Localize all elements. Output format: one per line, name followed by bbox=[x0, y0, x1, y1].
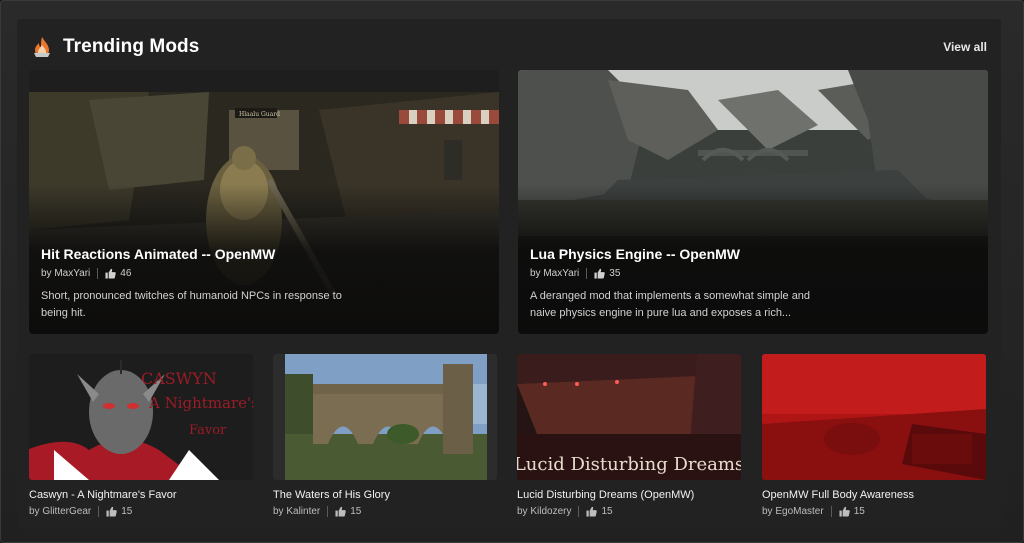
thumbnail-text: A Nightmare's bbox=[148, 394, 253, 412]
featured-meta: by MaxYari 35 bbox=[530, 268, 838, 279]
featured-description: Short, pronounced twitches of humanoid N… bbox=[41, 290, 342, 319]
mod-title[interactable]: The Waters of His Glory bbox=[273, 489, 497, 501]
author-name[interactable]: by Kalinter bbox=[273, 506, 320, 517]
mod-title[interactable]: OpenMW Full Body Awareness bbox=[762, 489, 986, 501]
mod-card-2[interactable]: The Waters of His Glory by Kalinter 15 bbox=[273, 354, 497, 517]
author-name[interactable]: by GlitterGear bbox=[29, 506, 91, 517]
like-count-group: 46 bbox=[105, 268, 131, 279]
like-count: 15 bbox=[853, 506, 865, 517]
thumbs-up-icon bbox=[586, 506, 598, 517]
mod-thumbnail-2[interactable] bbox=[273, 354, 497, 480]
thumbs-up-icon bbox=[105, 268, 117, 279]
section-title: Trending Mods bbox=[63, 36, 200, 57]
featured-title[interactable]: Hit Reactions Animated -- OpenMW bbox=[41, 246, 349, 262]
like-count: 15 bbox=[601, 506, 613, 517]
featured-mod-card-1[interactable]: Hlaalu Guard Hit Reactions Animated -- O… bbox=[29, 70, 499, 334]
thumbs-up-icon bbox=[106, 506, 118, 517]
meta-divider bbox=[586, 268, 588, 279]
featured-info: Hit Reactions Animated -- OpenMW by MaxY… bbox=[41, 246, 349, 322]
page-frame: Trending Mods View all Hlaalu Guard Hit … bbox=[0, 0, 1024, 543]
author-name[interactable]: by MaxYari bbox=[41, 268, 90, 279]
meta-divider bbox=[830, 506, 832, 517]
like-count-group: 15 bbox=[586, 506, 613, 517]
meta-divider bbox=[97, 268, 99, 279]
section-header: Trending Mods View all bbox=[31, 33, 987, 61]
mod-thumbnail-1[interactable]: CASWYN A Nightmare's Favor bbox=[29, 354, 253, 480]
mod-meta: by GlitterGear 15 bbox=[29, 506, 253, 517]
like-count: 15 bbox=[350, 506, 362, 517]
view-all-link[interactable]: View all bbox=[943, 40, 987, 54]
mod-thumbnail-3[interactable]: Lucid Disturbing Dreams bbox=[517, 354, 741, 480]
like-count: 46 bbox=[120, 268, 132, 279]
author-name[interactable]: by EgoMaster bbox=[762, 506, 824, 517]
mod-thumbnail-4[interactable] bbox=[762, 354, 986, 480]
author-name[interactable]: by Kildozery bbox=[517, 506, 571, 517]
title-group: Trending Mods bbox=[31, 36, 199, 58]
thumbnail-text: CASWYN bbox=[141, 369, 217, 388]
meta-divider bbox=[98, 506, 100, 517]
mod-title[interactable]: Caswyn - A Nightmare's Favor bbox=[29, 489, 253, 501]
like-count: 35 bbox=[609, 268, 621, 279]
trending-mods-panel: Trending Mods View all Hlaalu Guard Hit … bbox=[17, 19, 1001, 529]
featured-title[interactable]: Lua Physics Engine -- OpenMW bbox=[530, 246, 838, 262]
featured-meta: by MaxYari 46 bbox=[41, 268, 349, 279]
thumbnail-text: Lucid Disturbing Dreams bbox=[517, 454, 741, 475]
svg-text:Hlaalu Guard: Hlaalu Guard bbox=[239, 111, 280, 118]
featured-info: Lua Physics Engine -- OpenMW by MaxYari … bbox=[530, 246, 838, 322]
mod-meta: by Kalinter 15 bbox=[273, 506, 497, 517]
mod-meta: by EgoMaster 15 bbox=[762, 506, 986, 517]
like-count-group: 15 bbox=[106, 506, 132, 517]
featured-mod-card-2[interactable]: Lua Physics Engine -- OpenMW by MaxYari … bbox=[518, 70, 988, 334]
meta-divider bbox=[327, 506, 329, 517]
mod-card-3[interactable]: Lucid Disturbing Dreams Lucid Disturbing… bbox=[517, 354, 741, 517]
thumbs-up-icon bbox=[594, 268, 606, 279]
mod-card-4[interactable]: OpenMW Full Body Awareness by EgoMaster … bbox=[762, 354, 986, 517]
mod-meta: by Kildozery 15 bbox=[517, 506, 741, 517]
thumbs-up-icon bbox=[839, 506, 850, 517]
thumbs-up-icon bbox=[335, 506, 347, 517]
mod-title[interactable]: Lucid Disturbing Dreams (OpenMW) bbox=[517, 489, 741, 501]
author-name[interactable]: by MaxYari bbox=[530, 268, 579, 279]
like-count-group: 15 bbox=[839, 506, 865, 517]
mod-card-1[interactable]: CASWYN A Nightmare's Favor Caswyn - A Ni… bbox=[29, 354, 253, 517]
flame-icon bbox=[34, 37, 50, 57]
featured-description: A deranged mod that implements a somewha… bbox=[530, 290, 811, 319]
meta-divider bbox=[578, 506, 580, 517]
like-count: 15 bbox=[121, 506, 133, 517]
like-count-group: 15 bbox=[335, 506, 361, 517]
thumbnail-text: Favor bbox=[189, 423, 227, 438]
like-count-group: 35 bbox=[594, 268, 620, 279]
